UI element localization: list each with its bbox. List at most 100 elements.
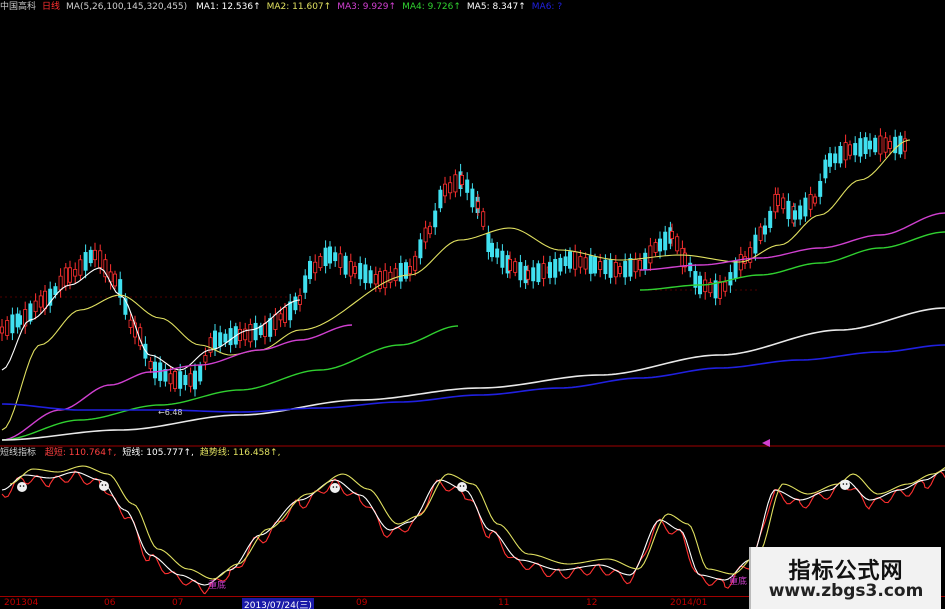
candle [307, 260, 312, 280]
candle [568, 251, 573, 269]
candle [253, 322, 258, 341]
candle [481, 211, 486, 227]
peak-marker-icon [330, 483, 340, 493]
candle [593, 256, 598, 274]
watermark: 指标公式网 www.zbgs3.com [749, 547, 941, 609]
candle [68, 267, 73, 283]
candle [407, 265, 412, 275]
candle [212, 330, 217, 350]
candle [703, 279, 708, 293]
candle [598, 261, 603, 270]
candle [843, 142, 848, 161]
candle [248, 324, 253, 343]
candle [833, 153, 838, 164]
marker-bottom-2: 重底 [729, 577, 748, 587]
candle [663, 231, 668, 251]
candle [83, 252, 88, 271]
candle [670, 231, 675, 239]
candle [723, 281, 728, 292]
candle [578, 256, 583, 268]
indicator-legend: 超短: 110.764↑, 短线: 105.777↑, 趋势线: 116.458↑, [45, 448, 287, 458]
candle [588, 255, 593, 274]
candle [28, 303, 33, 322]
candle [548, 262, 553, 278]
candle [653, 242, 658, 253]
watermark-url: www.zbgs3.com [768, 581, 924, 601]
candle [813, 196, 818, 204]
candle [423, 227, 428, 243]
candle [633, 259, 638, 273]
candle [352, 266, 357, 274]
candle [318, 256, 323, 269]
candle [418, 239, 423, 259]
candle [793, 210, 798, 220]
peak-marker-eye [101, 484, 104, 486]
candle [853, 143, 858, 156]
candle [883, 137, 888, 153]
candle [448, 182, 453, 194]
date-label-3: 07 [172, 598, 184, 608]
candle [603, 259, 608, 275]
candle [489, 242, 494, 258]
candle [848, 144, 853, 156]
candle [288, 301, 293, 321]
date-label-7: 12 [586, 598, 598, 608]
candle [338, 253, 343, 268]
candle [758, 226, 763, 241]
candle [398, 262, 403, 282]
candle [863, 137, 868, 155]
candle [536, 263, 541, 283]
candle [781, 197, 786, 210]
candle [438, 189, 443, 209]
indicator-legend-item-3: 趋势线: 116.458↑, [199, 448, 281, 458]
candle [152, 361, 157, 379]
indicator-legend-item-2: 短线: 105.777↑, [122, 448, 194, 458]
candle [688, 262, 693, 272]
indicator-header: 短线指标 超短: 110.764↑, 短线: 105.777↑, 趋势线: 116.… [0, 447, 945, 460]
candle [58, 275, 63, 291]
candle [237, 329, 242, 341]
candle [868, 140, 873, 150]
candle [500, 250, 505, 268]
peak-marker-icon [99, 481, 109, 491]
date-label-2: 06 [104, 598, 116, 608]
candle [368, 270, 373, 284]
candle [427, 225, 432, 235]
candle [128, 319, 133, 328]
date-label-selected[interactable]: 2013/07/24(三) [242, 598, 314, 609]
candle [268, 318, 273, 337]
candle [518, 262, 523, 281]
candle [623, 261, 628, 278]
indicator-legend-item-1: 超短: 110.764↑, [44, 448, 117, 458]
candle [553, 258, 558, 278]
candle [768, 210, 773, 228]
candle [433, 210, 438, 228]
peak-marker-eye [22, 485, 25, 487]
candle [878, 135, 883, 155]
candle [628, 258, 633, 277]
candle [648, 245, 653, 264]
candle [198, 365, 203, 382]
peak-marker-eye [19, 485, 22, 487]
chart-svg[interactable] [0, 0, 945, 596]
candle [808, 194, 813, 210]
indicator-name[interactable]: 短线指标 [0, 448, 36, 458]
peak-marker-eye [332, 486, 335, 488]
candle [5, 320, 10, 336]
candle [303, 275, 308, 293]
candle [888, 141, 893, 149]
candle [558, 257, 563, 272]
date-label-5: 09 [356, 598, 368, 608]
candle [0, 326, 4, 334]
peak-marker-icon [840, 480, 850, 490]
candle [38, 295, 43, 308]
candle [363, 264, 368, 284]
candle [573, 251, 578, 270]
candle [98, 250, 103, 269]
candle [278, 313, 283, 321]
candle [63, 267, 68, 287]
candle [223, 333, 228, 343]
date-label-6: 11 [498, 598, 510, 608]
candle [798, 205, 803, 220]
date-label-8: 2014/01 [670, 598, 708, 608]
